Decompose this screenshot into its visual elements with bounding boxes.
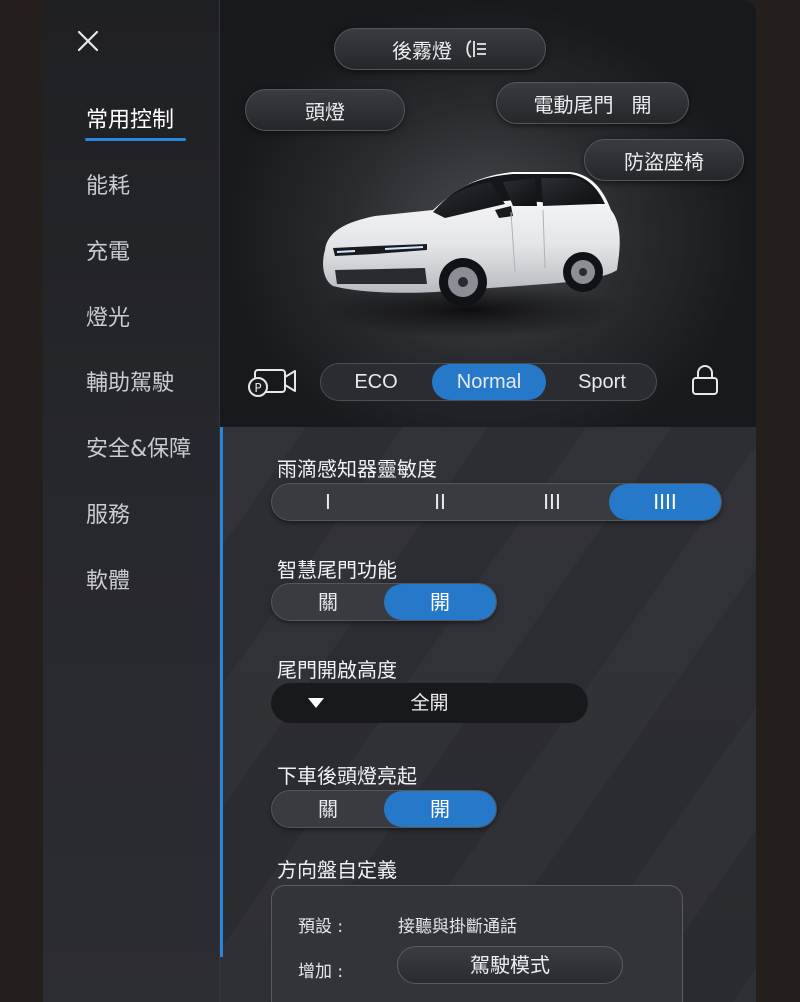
tailgate-height-value: 全開 — [410, 692, 449, 714]
sidebar: 常用控制 能耗 充電 燈光 輔助駕駛 安全&保障 服務 軟體 — [43, 0, 220, 1002]
tailgate-height-dropdown[interactable]: 全開 — [271, 683, 588, 723]
default-key-label: 預設 : — [298, 917, 344, 937]
sidebar-item-charging[interactable]: 充電 — [86, 234, 130, 266]
settings-panel: 雨滴感知器靈敏度 I II III IIII 智慧尾門功能 關 開 尾門開啟高度… — [220, 427, 756, 1002]
exit-headlights-on[interactable]: 開 — [384, 791, 496, 827]
rear-fog-light-icon — [466, 40, 486, 58]
active-tab-underline — [85, 138, 186, 141]
rain-sensor-option-1[interactable]: I — [272, 484, 384, 520]
rain-sensor-selector: I II III IIII — [271, 483, 722, 521]
default-value: 接聽與掛斷通話 — [398, 917, 517, 937]
app-screen: 常用控制 能耗 充電 燈光 輔助駕駛 安全&保障 服務 軟體 後霧燈 頭燈 電動… — [43, 0, 756, 1002]
drive-mode-sport[interactable]: Sport — [547, 364, 657, 400]
svg-text:P: P — [254, 381, 261, 395]
drive-mode-normal[interactable]: Normal — [432, 364, 546, 400]
scroll-indicator[interactable] — [220, 427, 223, 957]
vehicle-image — [320, 172, 620, 338]
exit-headlights-toggle: 關 開 — [271, 790, 497, 828]
rain-sensor-title: 雨滴感知器靈敏度 — [277, 457, 437, 481]
drive-mode-eco[interactable]: ECO — [321, 364, 431, 400]
rain-sensor-option-4[interactable]: IIII — [609, 484, 721, 520]
vehicle-hero: 後霧燈 頭燈 電動尾門 開 防盜座椅 P ECO Normal Sport — [220, 0, 756, 427]
add-key-label: 增加 : — [298, 962, 344, 982]
lock-icon[interactable] — [690, 364, 720, 396]
rain-sensor-option-3[interactable]: III — [496, 484, 608, 520]
sidebar-item-driver-assist[interactable]: 輔助駕駛 — [86, 365, 174, 397]
rain-sensor-option-2[interactable]: II — [384, 484, 496, 520]
tailgate-height-title: 尾門開啟高度 — [277, 658, 397, 682]
sidebar-item-common-controls[interactable]: 常用控制 — [86, 102, 174, 134]
sidebar-item-software[interactable]: 軟體 — [86, 563, 130, 595]
power-tailgate-label: 電動尾門 — [533, 92, 614, 117]
parking-camera-icon[interactable]: P — [247, 366, 299, 398]
sidebar-item-safety[interactable]: 安全&保障 — [86, 431, 191, 463]
drive-mode-selector: ECO Normal Sport — [320, 363, 657, 401]
steering-custom-card: 預設 : 接聽與掛斷通話 增加 : 駕駛模式 — [271, 885, 683, 1002]
exit-headlights-off[interactable]: 關 — [272, 791, 384, 827]
anti-theft-seat-label: 防盜座椅 — [624, 149, 704, 174]
headlight-label: 頭燈 — [305, 99, 345, 124]
sidebar-item-energy[interactable]: 能耗 — [86, 168, 130, 200]
smart-tailgate-title: 智慧尾門功能 — [277, 558, 397, 582]
steering-custom-title: 方向盤自定義 — [277, 858, 397, 882]
smart-tailgate-toggle: 關 開 — [271, 583, 497, 621]
rear-fog-light-label: 後霧燈 — [392, 38, 452, 63]
power-tailgate-button[interactable]: 電動尾門 開 — [496, 82, 689, 124]
sidebar-item-services[interactable]: 服務 — [86, 497, 130, 529]
rear-fog-light-button[interactable]: 後霧燈 — [334, 28, 546, 70]
smart-tailgate-on[interactable]: 開 — [384, 584, 496, 620]
close-icon[interactable] — [75, 28, 101, 54]
power-tailgate-state: 開 — [631, 92, 652, 117]
smart-tailgate-off[interactable]: 關 — [272, 584, 384, 620]
headlight-button[interactable]: 頭燈 — [245, 89, 405, 131]
add-function-button[interactable]: 駕駛模式 — [397, 946, 623, 984]
exit-headlights-title: 下車後頭燈亮起 — [277, 764, 417, 788]
sidebar-item-lighting[interactable]: 燈光 — [86, 300, 130, 332]
